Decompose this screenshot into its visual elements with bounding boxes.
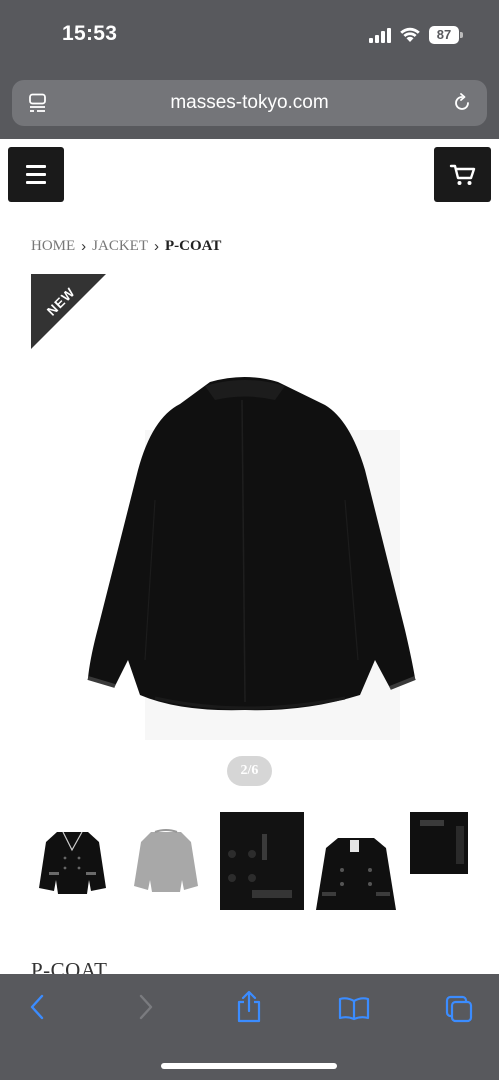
cart-icon[interactable] [434, 147, 491, 202]
chevron-right-icon: › [154, 238, 160, 255]
browser-top-chrome: 15:53 87 masses-tokyo.com [0, 0, 499, 139]
hamburger-menu-icon[interactable] [8, 147, 64, 202]
address-bar[interactable]: masses-tokyo.com [12, 80, 487, 126]
breadcrumb-current: P-COAT [165, 238, 222, 254]
image-pager-indicator: 2/6 [227, 756, 272, 786]
product-thumbnail-front[interactable] [314, 836, 398, 910]
wifi-icon [400, 27, 420, 42]
url-text[interactable]: masses-tokyo.com [12, 80, 487, 126]
back-icon[interactable] [26, 992, 50, 1022]
product-thumbnail[interactable] [35, 828, 110, 896]
tabs-icon[interactable] [444, 994, 474, 1024]
product-main-image[interactable] [60, 360, 440, 740]
breadcrumb-home[interactable]: HOME [31, 238, 75, 255]
signal-icon [369, 27, 391, 43]
status-icons: 87 [369, 26, 463, 44]
battery-level: 87 [436, 27, 452, 42]
forward-icon [139, 994, 153, 1020]
product-thumbnail-gray[interactable] [131, 828, 201, 894]
status-time: 15:53 [62, 22, 118, 45]
home-indicator [161, 1063, 337, 1069]
battery-icon: 87 [429, 26, 463, 44]
reload-icon[interactable] [451, 92, 473, 114]
share-icon[interactable] [234, 990, 264, 1024]
chevron-right-icon: › [81, 238, 87, 255]
breadcrumb: HOME › JACKET › P-COAT [31, 238, 221, 255]
breadcrumb-jacket[interactable]: JACKET [92, 238, 148, 255]
bookmarks-icon[interactable] [337, 996, 371, 1022]
product-thumbnail-detail[interactable] [220, 812, 304, 910]
product-thumbnail-pocket[interactable] [410, 812, 468, 874]
